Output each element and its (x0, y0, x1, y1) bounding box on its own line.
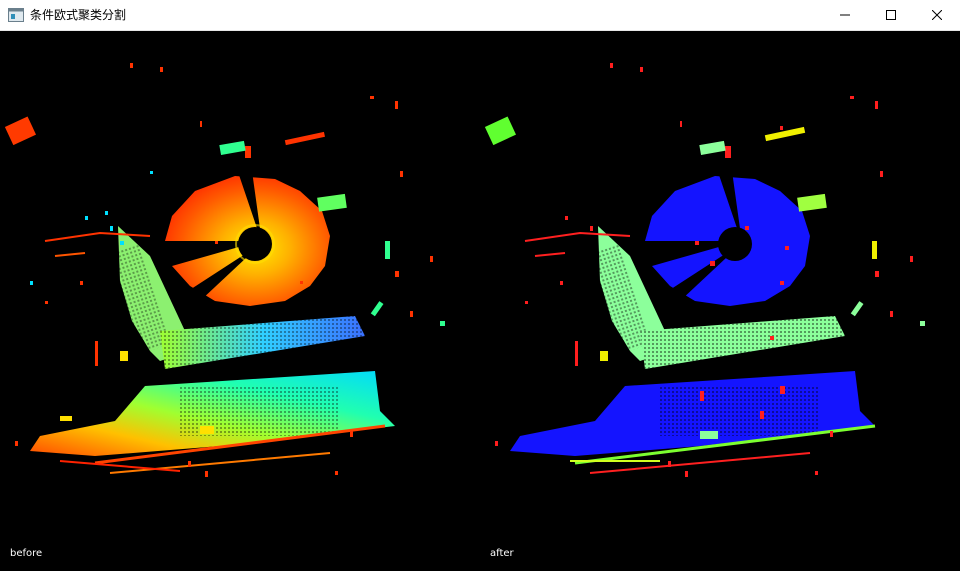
minimize-button[interactable] (822, 0, 868, 30)
point-cloud-before (4, 63, 445, 477)
point-cloud-after (484, 63, 925, 477)
viewport-label-after: after (490, 548, 514, 559)
close-button[interactable] (914, 0, 960, 30)
maximize-icon (886, 10, 896, 20)
close-icon (932, 10, 942, 20)
app-window: 条件欧式聚类分割 before after (0, 0, 960, 571)
title-bar[interactable]: 条件欧式聚类分割 (0, 0, 960, 31)
viewport-before[interactable]: before (0, 31, 480, 571)
minimize-icon (840, 14, 850, 16)
maximize-button[interactable] (868, 0, 914, 30)
app-window-icon (8, 8, 24, 22)
window-title: 条件欧式聚类分割 (30, 8, 127, 22)
viewport-after[interactable]: after (480, 31, 960, 571)
viewport-label-before: before (10, 548, 43, 559)
